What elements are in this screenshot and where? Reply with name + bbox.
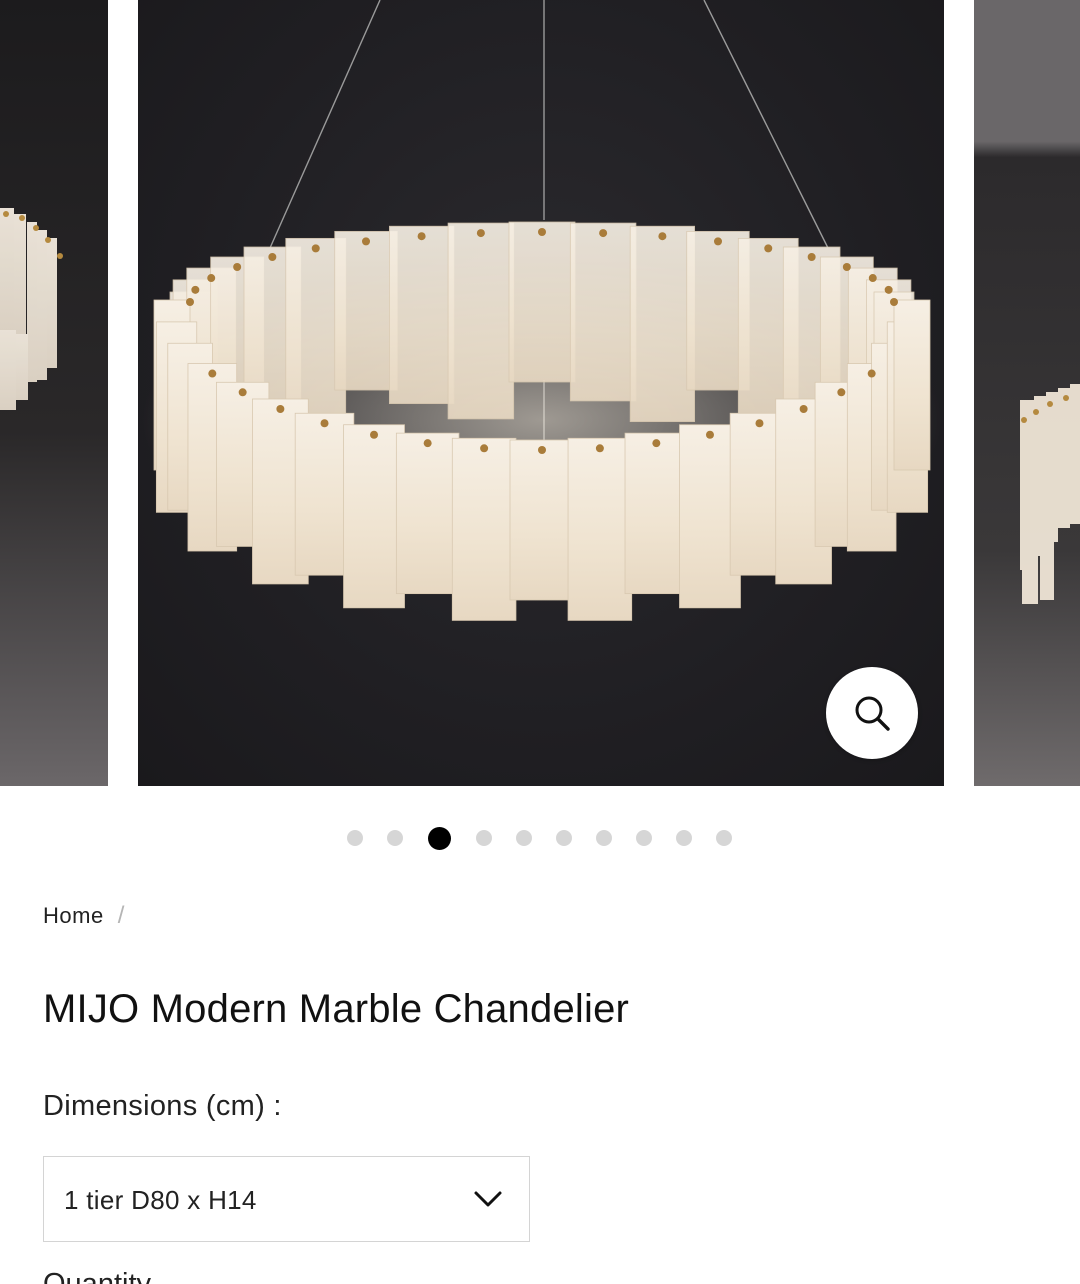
breadcrumb: Home / [43,902,125,930]
pagination-dot[interactable] [347,830,363,846]
chandelier-panel [451,437,517,621]
chandelier-panel [508,221,576,383]
chandelier-panel [343,424,405,609]
chandelier-stud [755,419,764,428]
pagination-dot[interactable] [716,830,732,846]
chandelier-stud [595,444,604,453]
chandelier-stud [884,285,893,294]
gallery-pagination [0,824,1080,852]
chandelier-stud [764,244,773,253]
chandelier-stud [191,285,200,294]
chandelier-stud [362,237,370,246]
magnifier-icon [855,696,890,731]
gallery-slide-main[interactable] [138,0,944,786]
gallery-slide-next[interactable] [974,0,1080,786]
chandelier-stud [186,298,194,306]
pagination-dot[interactable] [556,830,572,846]
chandelier-panel [509,439,575,601]
chandelier-panel [569,222,637,402]
dimensions-select[interactable]: 1 tier D80 x H14 [43,1156,530,1242]
breadcrumb-home-link[interactable]: Home [43,903,104,929]
chandelier-stud [233,263,242,271]
chandelier-stud [807,253,816,262]
chandelier-stud [480,444,489,453]
dimensions-label: Dimensions (cm) : [43,1090,282,1122]
chandelier-stud [417,232,426,241]
chandelier-stud [538,228,546,236]
pagination-dot[interactable] [516,830,532,846]
pagination-dot[interactable] [636,830,652,846]
pagination-dot[interactable] [427,827,451,850]
chandelier-stud [868,274,877,283]
chandelier-panel [567,437,633,621]
chandelier-stud [799,404,808,413]
chandelier-stud [476,229,485,238]
chandelier-stud [268,253,277,262]
chandelier-stud [320,419,329,428]
dimensions-selected-value: 1 tier D80 x H14 [64,1185,257,1215]
chandelier-stud [842,263,851,271]
chandelier-panel [334,230,398,391]
product-page: Home / MIJO Modern Marble Chandelier Dim… [0,0,1080,1284]
chandelier-stud [311,244,320,253]
gallery-slide-previous[interactable] [0,0,108,786]
chandelier-stud [207,274,216,283]
chandelier-stud [658,232,667,241]
chandelier-stud [423,439,432,448]
chandelier-panel [388,225,455,405]
pagination-dot[interactable] [476,830,492,846]
chandelier-stud [867,369,876,378]
chandelier-panel [395,432,460,595]
chandelier-stud [370,430,379,439]
product-title: MIJO Modern Marble Chandelier [43,987,630,1031]
chandelier-stud [538,446,546,454]
product-gallery[interactable] [0,0,1080,790]
chandelier-stud [837,388,846,397]
pagination-dot[interactable] [387,830,403,846]
chevron-down-icon [474,1191,502,1207]
chandelier-panel [624,432,689,595]
chandelier-stud [599,229,608,238]
pagination-dot[interactable] [596,830,612,846]
chandelier-panel [447,222,515,420]
breadcrumb-separator: / [117,902,125,929]
chandelier-stud [652,439,661,448]
chandelier-stud [714,237,722,246]
chandelier-panel [893,299,931,471]
chandelier-stud [208,369,217,378]
chandelier-stud [705,430,714,439]
zoom-button[interactable] [826,667,918,759]
quantity-label: Quantity [43,1268,151,1284]
chandelier-stud [890,298,898,306]
pagination-dot[interactable] [676,830,692,846]
chandelier-panel [629,225,696,423]
chandelier-stud [276,404,285,413]
chandelier-stud [238,388,247,397]
